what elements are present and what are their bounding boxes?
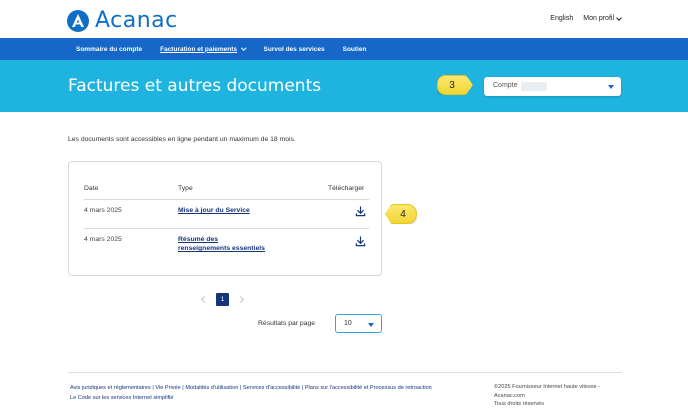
top-bar: Acanac English Mon profil [0, 0, 688, 38]
annotation-callout-3: 3 [437, 75, 473, 95]
results-per-page-label: Résultats par page [258, 320, 316, 327]
brand-name: Acanac [95, 8, 178, 33]
footer-divider [68, 372, 622, 373]
account-dropdown-label: Compte [493, 82, 518, 89]
footer-separator: | [182, 385, 184, 391]
footer-separator: | [152, 385, 154, 391]
chevron-down-icon [241, 45, 247, 51]
profile-menu[interactable]: Mon profil [583, 14, 622, 22]
download-icon[interactable] [355, 236, 366, 247]
chevron-down-icon [616, 14, 622, 21]
nav-item-account-summary[interactable]: Sommaire du compte [76, 46, 142, 53]
copyright-line-3: Tous droits réservés [494, 401, 545, 407]
nav-item-services[interactable]: Survol des services [264, 46, 325, 53]
results-per-page-select[interactable]: 10 [335, 314, 382, 333]
nav-item-billing[interactable]: Facturation et paiements [160, 45, 247, 53]
footer-link-accessibility-plans[interactable]: Plans sur l'accessibilité et Processus d… [305, 385, 432, 391]
column-header-type: Type [178, 185, 193, 192]
copyright-line-1: ©2025 Fournisseur Internet haute vitesse… [494, 384, 601, 390]
row-2-document-link-line-1: Résumé des [178, 236, 219, 243]
row-divider [84, 228, 369, 229]
dropdown-arrow-icon [608, 85, 614, 89]
annotation-callout-4: 4 [385, 204, 417, 224]
top-links: English Mon profil [550, 14, 622, 22]
next-page-icon[interactable] [236, 295, 245, 304]
acanac-logo-icon [67, 9, 89, 32]
previous-page-icon[interactable] [200, 295, 209, 304]
footer-separator: | [239, 385, 242, 391]
pagination: 1 [200, 293, 245, 306]
page-title: Factures et autres documents [68, 76, 322, 96]
callout-number: 4 [400, 208, 406, 220]
column-header-download: Télécharger [328, 185, 365, 192]
row-2-document-link[interactable]: Résumé des renseignements essentiels [178, 235, 265, 253]
footer-link-terms[interactable]: Modalités d'utilisation [185, 385, 238, 391]
intro-text: Les documents sont accessibles en ligne … [68, 136, 296, 143]
profile-menu-label: Mon profil [583, 15, 614, 22]
documents-table: Date Type Télécharger 4 mars 2025 Mise à… [68, 161, 382, 276]
row-divider [84, 199, 369, 200]
dropdown-arrow-icon [368, 323, 374, 327]
nav-item-billing-label: Facturation et paiements [160, 45, 238, 53]
footer-copyright: ©2025 Fournisseur Internet haute vitesse… [494, 383, 624, 409]
footer-separator: | [301, 385, 304, 391]
row-2-date: 4 mars 2025 [84, 236, 122, 243]
results-per-page-value: 10 [344, 320, 352, 327]
footer-link-internet-code[interactable]: Le Code sur les services Internet simpli… [70, 395, 174, 401]
footer-link-legal[interactable]: Avis juridiques et réglementaires [70, 385, 151, 391]
download-icon[interactable] [355, 206, 366, 217]
row-1-date: 4 mars 2025 [84, 207, 122, 214]
row-2-document-link-line-2: renseignements essentiels [178, 245, 265, 252]
footer-link-privacy[interactable]: Vie Privée [155, 385, 180, 391]
column-header-date: Date [84, 185, 99, 192]
page-button-current[interactable]: 1 [216, 293, 229, 306]
nav-item-support[interactable]: Soutien [343, 46, 367, 53]
footer-link-accessibility[interactable]: Services d'accessibilité [243, 385, 300, 391]
callout-number: 3 [449, 79, 455, 91]
language-link[interactable]: English [550, 15, 573, 22]
row-1-document-link[interactable]: Mise à jour du Service [178, 206, 250, 215]
redacted-account-number [521, 82, 547, 91]
brand-logo[interactable]: Acanac [67, 8, 178, 33]
main-nav: Sommaire du compte Facturation et paieme… [0, 38, 688, 60]
footer-links: Avis juridiques et réglementaires | Vie … [70, 383, 490, 403]
copyright-line-2: Acanac.com [494, 392, 525, 399]
account-dropdown[interactable]: Compte [484, 77, 621, 96]
